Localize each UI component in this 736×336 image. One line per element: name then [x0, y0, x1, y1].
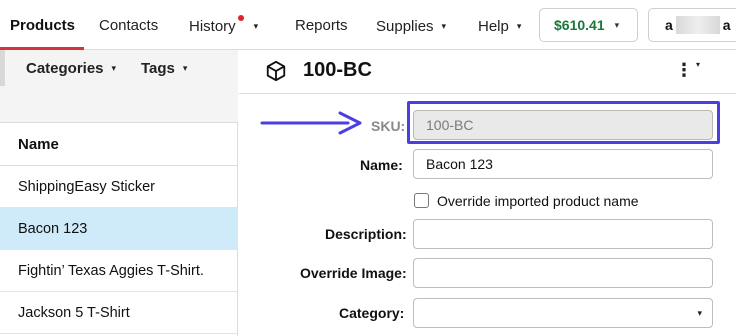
tags-filter-label: Tags [141, 60, 175, 77]
account-name-start: a [665, 17, 673, 33]
description-label: Description: [325, 226, 407, 242]
list-item[interactable]: Jackson 5 T-Shirt [0, 292, 238, 334]
chevron-down-icon: ▾ [111, 63, 117, 73]
description-field[interactable] [413, 219, 713, 249]
balance-amount: $610.41 [554, 17, 605, 33]
nav-help-label: Help [478, 18, 509, 35]
product-title: 100-BC [303, 59, 372, 81]
categories-filter-label: Categories [26, 60, 104, 77]
more-options-icon[interactable]: ⋮ [675, 60, 693, 81]
product-sidebar: Categories ▾ Tags ▾ Name ShippingEasy Stic… [0, 50, 238, 336]
balance-button[interactable]: $610.41 ▾ [539, 8, 638, 42]
category-select[interactable]: ▾ [413, 298, 713, 328]
notification-dot [238, 15, 244, 21]
chevron-down-icon: ▾ [516, 21, 522, 31]
filter-bar: Categories ▾ Tags ▾ [0, 50, 238, 122]
name-column-header[interactable]: Name [0, 122, 238, 166]
category-label: Category: [339, 305, 405, 321]
nav-history-label: History [189, 18, 236, 35]
list-item[interactable]: ShippingEasy Sticker [0, 166, 238, 208]
categories-filter-button[interactable]: Categories ▾ [26, 60, 116, 77]
chevron-down-icon[interactable]: ▾ [696, 60, 700, 69]
tags-filter-button[interactable]: Tags ▾ [141, 60, 187, 77]
list-item-selected[interactable]: Bacon 123 [0, 208, 238, 250]
account-name-end: a [722, 17, 731, 33]
chevron-down-icon: ▾ [253, 21, 259, 31]
sku-label: SKU: [371, 118, 406, 134]
chevron-down-icon: ▾ [441, 21, 447, 31]
chevron-down-icon: ▾ [614, 20, 620, 30]
product-detail-panel: 100-BC ⋮ ▾ SKU: 100-BC Name: Bacon 123 O… [239, 50, 736, 336]
nav-products[interactable]: Products [10, 0, 75, 50]
annotation-arrow-icon [260, 111, 362, 135]
highlight-box [407, 101, 720, 144]
nav-reports[interactable]: Reports [295, 0, 348, 50]
redacted-text [675, 16, 720, 34]
name-label: Name: [360, 157, 403, 173]
chevron-down-icon: ▾ [182, 63, 188, 73]
nav-help[interactable]: Help ▾ [478, 0, 521, 50]
product-header: 100-BC ⋮ ▾ [239, 50, 736, 94]
account-button[interactable]: aa [648, 8, 736, 42]
list-item[interactable]: Fightin’ Texas Aggies T-Shirt. [0, 250, 238, 292]
override-image-field[interactable] [413, 258, 713, 288]
nav-history[interactable]: History ▾ [189, 0, 258, 50]
box-icon [266, 60, 286, 82]
top-navigation: Products Contacts History ▾ Reports Suppl… [0, 0, 736, 50]
nav-contacts[interactable]: Contacts [99, 0, 158, 50]
nav-supplies[interactable]: Supplies ▾ [376, 0, 446, 50]
override-name-label[interactable]: Override imported product name [437, 193, 639, 209]
override-name-checkbox[interactable] [414, 193, 429, 208]
name-field[interactable]: Bacon 123 [413, 149, 713, 179]
override-image-label: Override Image: [300, 265, 407, 281]
chevron-down-icon: ▾ [697, 308, 702, 318]
nav-supplies-label: Supplies [376, 18, 434, 35]
filter-bar-edge [0, 50, 5, 86]
